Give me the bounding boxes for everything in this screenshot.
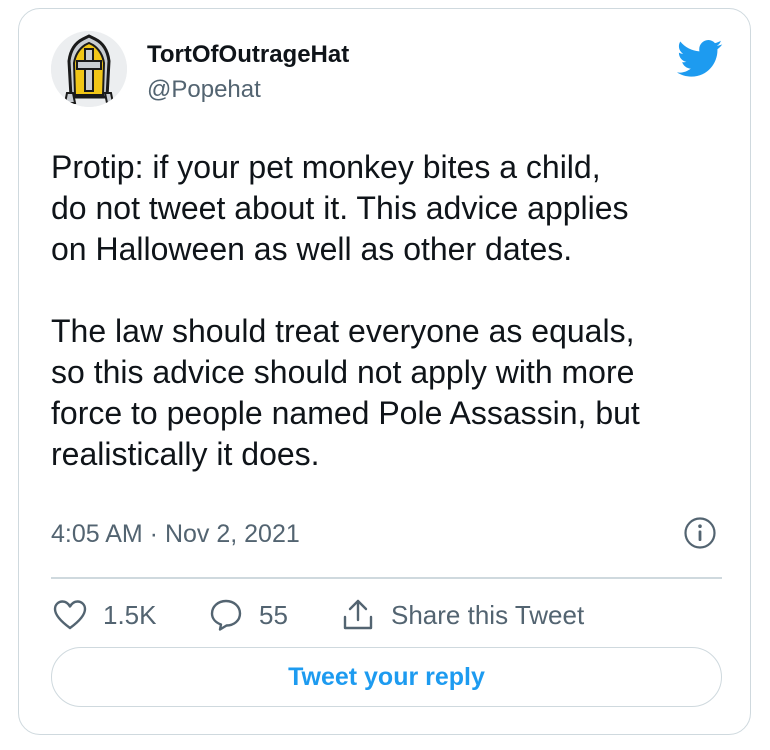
tweet-body: Protip: if your pet monkey bites a child… (51, 147, 741, 475)
like-count: 1.5K (103, 599, 157, 630)
share-icon (343, 599, 373, 630)
like-button[interactable]: 1.5K (53, 595, 157, 635)
tweet-paragraph: Protip: if your pet monkey bites a child… (51, 149, 629, 267)
author-avatar[interactable] (51, 31, 127, 107)
tweet-your-reply-button[interactable]: Tweet your reply (51, 647, 722, 707)
author-handle[interactable]: @Popehat (147, 76, 261, 104)
reply-bubble-icon (210, 599, 242, 631)
divider (51, 577, 722, 579)
share-label: Share this Tweet (391, 599, 585, 630)
tweet-paragraph: The law should treat everyone as equals,… (51, 313, 640, 472)
heart-icon (53, 600, 87, 630)
author-display-name[interactable]: TortOfOutrageHat (147, 41, 349, 69)
twitter-bird-icon[interactable] (677, 39, 723, 79)
info-icon[interactable] (683, 516, 717, 550)
share-button[interactable]: Share this Tweet (341, 595, 584, 635)
reply-button[interactable]: 55 (209, 595, 288, 635)
pope-hat-icon (51, 31, 127, 107)
tweet-timestamp[interactable]: 4:05 AM · Nov 2, 2021 (51, 520, 300, 549)
tweet-card: TortOfOutrageHat @Popehat Protip: if you… (18, 8, 751, 735)
reply-count: 55 (259, 599, 288, 630)
